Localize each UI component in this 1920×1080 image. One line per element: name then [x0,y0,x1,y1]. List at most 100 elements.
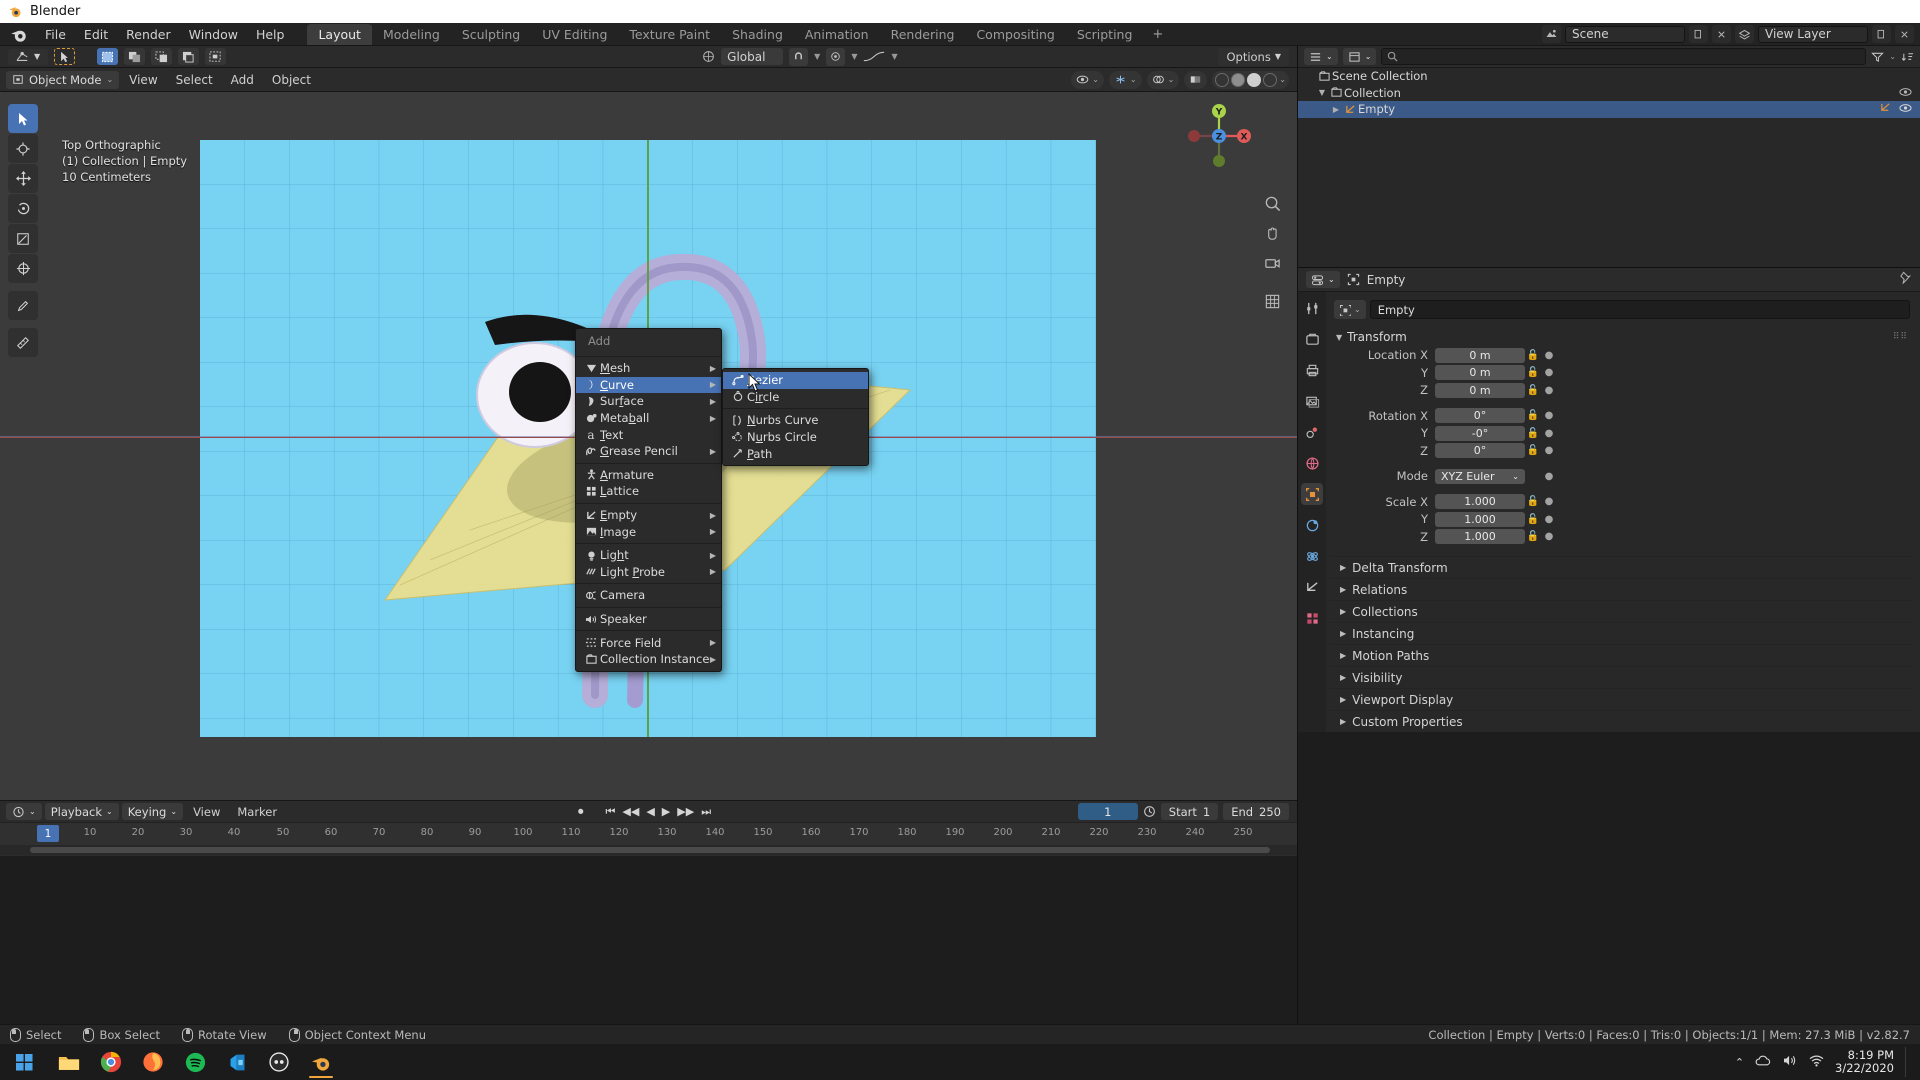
lock-icon[interactable]: 🔓 [1525,514,1541,525]
curve-submenu-item-nurbs-curve[interactable]: Nurbs Curve [723,412,868,429]
viewport-navigation-gizmo[interactable]: Y X Z [1185,102,1253,170]
scene-icon[interactable] [1542,25,1561,43]
add-menu-item-image[interactable]: Image ▶ [576,523,721,540]
new-scene-icon[interactable] [1689,25,1708,43]
object-data-icon[interactable] [1880,102,1891,116]
properties-tab-output[interactable] [1301,359,1323,381]
delete-view-layer-icon[interactable] [1895,25,1914,43]
shading-wireframe-icon[interactable] [1215,72,1230,87]
tool-transform-icon[interactable] [8,254,38,283]
lock-icon[interactable]: 🔓 [1525,350,1541,361]
menu-file[interactable]: File [36,25,75,44]
outliner-row-empty[interactable]: ▶ Empty [1298,101,1920,118]
curve-submenu-item-circle[interactable]: Circle [723,389,868,406]
new-view-layer-icon[interactable] [1872,25,1891,43]
panel-visibility[interactable]: ▶ Visibility [1330,666,1914,688]
chevron-up-icon[interactable]: ⌃ [1735,1056,1744,1069]
windows-start-icon[interactable] [0,1044,48,1080]
panel-instancing[interactable]: ▶ Instancing [1330,622,1914,644]
visibility-toggle[interactable]: ⌄ [1071,70,1104,89]
frame-start-field[interactable]: Start 1 [1160,803,1219,820]
animate-dot-icon[interactable]: ● [1541,428,1557,439]
viewport-menu-view[interactable]: View [121,71,165,89]
field-rotation-z[interactable]: Z 0° 🔓 ● [1330,443,1914,459]
current-frame-field[interactable]: 1 [1077,803,1138,820]
view-layer-field[interactable]: View Layer [1758,25,1868,43]
show-desktop-button[interactable] [1905,1047,1910,1077]
field-location-x[interactable]: Location X 0 m 🔓 ● [1330,347,1914,363]
add-menu-item-collection-instance[interactable]: Collection Instance ▶ [576,651,721,668]
workspace-tab-scripting[interactable]: Scripting [1066,24,1144,45]
expand-icon[interactable]: ▶ [1340,585,1346,594]
properties-tab-physics[interactable] [1301,545,1323,567]
field-value[interactable]: 0° [1435,443,1525,458]
lock-icon[interactable]: 🔓 [1525,367,1541,378]
timeline-menu-marker[interactable]: Marker [230,803,284,821]
workspace-tab-uv-editing[interactable]: UV Editing [531,24,618,45]
lock-icon[interactable]: 🔓 [1525,410,1541,421]
workspace-tab-layout[interactable]: Layout [307,23,372,45]
animate-dot-icon[interactable]: ● [1541,385,1557,396]
menu-help[interactable]: Help [247,25,294,44]
curve-submenu-item-path[interactable]: Path [723,445,868,462]
workspace-tab-compositing[interactable]: Compositing [965,24,1065,45]
animate-dot-icon[interactable]: ● [1541,514,1557,525]
menu-render[interactable]: Render [117,25,180,44]
taskbar-firefox-icon[interactable] [132,1044,174,1080]
animate-dot-icon[interactable]: ● [1541,531,1557,542]
taskbar-spotify-icon[interactable] [174,1044,216,1080]
workspace-tab-texture-paint[interactable]: Texture Paint [618,24,721,45]
shading-mode-group[interactable]: ⌄ [1212,70,1289,89]
lock-icon[interactable]: 🔓 [1525,496,1541,507]
taskbar-file-explorer-icon[interactable] [48,1044,90,1080]
workspace-tab-animation[interactable]: Animation [794,24,880,45]
properties-tab-scene[interactable] [1301,421,1323,443]
outliner-filter-icon[interactable] [1871,51,1885,63]
playback-dropdown[interactable]: Playback ⌄ [44,803,119,820]
panel-viewport-display[interactable]: ▶ Viewport Display [1330,688,1914,710]
field-scale-y[interactable]: Y 1.000 🔓 ● [1330,511,1914,527]
panel-custom-properties[interactable]: ▶ Custom Properties [1330,710,1914,732]
field-value[interactable]: 1.000 [1435,494,1525,509]
collapse-icon[interactable]: ▼ [1336,333,1342,342]
snap-magnet-icon[interactable] [789,47,809,66]
field-location-z[interactable]: Z 0 m 🔓 ● [1330,382,1914,398]
properties-tab-object-data[interactable] [1301,576,1323,598]
lock-icon[interactable]: 🔓 [1525,385,1541,396]
record-icon[interactable]: ⏺ [578,805,584,819]
add-menu-item-empty[interactable]: Empty ▶ [576,507,721,524]
add-menu-item-curve[interactable]: Curve ▶ [576,376,721,394]
editor-type-3dview-icon[interactable]: ▼ [8,48,49,65]
add-menu-item-metaball[interactable]: Metaball ▶ [576,410,721,427]
auto-keying-icon[interactable] [1143,805,1156,818]
add-menu-item-mesh[interactable]: Mesh ▶ [576,360,721,377]
panel-collections[interactable]: ▶ Collections [1330,600,1914,622]
outliner-display-mode-dropdown[interactable]: ⌄ [1342,48,1377,65]
scene-name-field[interactable]: Scene [1565,25,1685,43]
workspace-tab-shading[interactable]: Shading [721,24,794,45]
animate-dot-icon[interactable]: ● [1541,445,1557,456]
overlays-toggle[interactable]: ⌄ [1146,70,1180,89]
curve-submenu-item-bezier[interactable]: Bezier [723,372,868,389]
3d-viewport[interactable]: Top Orthographic (1) Collection | Empty … [0,92,1297,800]
field-value[interactable]: 1.000 [1435,529,1525,544]
properties-tab-constraints[interactable] [1301,514,1323,536]
curve-submenu-item-nurbs-circle[interactable]: Nurbs Circle [723,429,868,446]
add-menu[interactable]: Add Mesh ▶ Curve ▶ Surface ▶ Metaball ▶ … [575,328,722,672]
add-menu-item-light[interactable]: Light ▶ [576,547,721,564]
expand-icon[interactable]: ▶ [1340,629,1346,638]
taskbar-blender-icon[interactable] [300,1044,342,1080]
next-keyframe-icon[interactable]: ▶▶ [677,805,694,818]
field-value[interactable]: 0 m [1435,365,1525,380]
options-button[interactable]: Options ▼ [1218,47,1289,66]
field-value[interactable]: -0° [1435,425,1525,441]
properties-tab-object[interactable] [1301,483,1323,505]
animate-dot-icon[interactable]: ● [1541,471,1557,482]
add-menu-item-light-probe[interactable]: Light Probe ▶ [576,564,721,581]
add-menu-item-force-field[interactable]: Force Field ▶ [576,634,721,651]
pan-hand-icon[interactable] [1261,222,1283,244]
menu-window[interactable]: Window [180,25,247,44]
panel-motion-paths[interactable]: ▶ Motion Paths [1330,644,1914,666]
properties-tab-view-layer[interactable] [1301,390,1323,412]
animate-dot-icon[interactable]: ● [1541,496,1557,507]
